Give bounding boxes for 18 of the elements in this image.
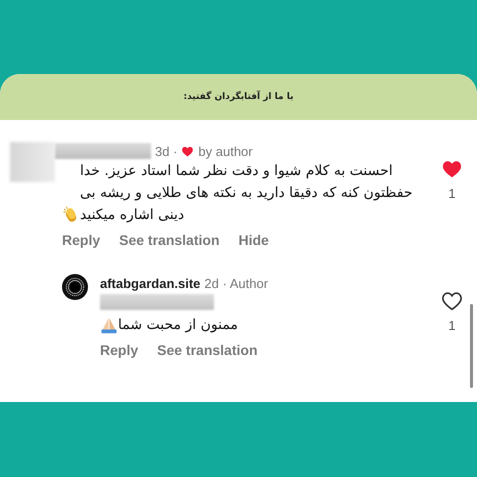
action-link[interactable]: See translation (157, 342, 258, 358)
action-link[interactable]: Hide (238, 232, 269, 248)
scrollbar[interactable] (470, 304, 473, 388)
banner-text: با ما از آفتابگردان گفتید: (184, 92, 294, 102)
username[interactable]: aftabgardan.site (100, 276, 200, 290)
like-icon[interactable] (441, 290, 463, 312)
like-count: 1 (448, 318, 456, 333)
blurred-avatar (10, 142, 55, 182)
action-link[interactable]: Reply (100, 342, 138, 358)
comment-text: ممنون از محبت شما (118, 316, 238, 335)
like-count: 1 (448, 186, 456, 201)
action-link[interactable]: See translation (119, 232, 220, 248)
comment-text: احسنت به کلام شیوا و دقت نظر شما استاد عزیز. خدا حفظتون کنه که دقیقا دارید به نکته های طلایی و ریشه بی دینی اشاره میکنید (80, 162, 414, 225)
comment-meta: 2d · Author (204, 276, 268, 290)
author-label: by author (198, 144, 253, 158)
comment-meta: 3d · (155, 144, 178, 158)
avatar-icon (62, 274, 88, 300)
action-link[interactable]: Reply (62, 232, 100, 248)
